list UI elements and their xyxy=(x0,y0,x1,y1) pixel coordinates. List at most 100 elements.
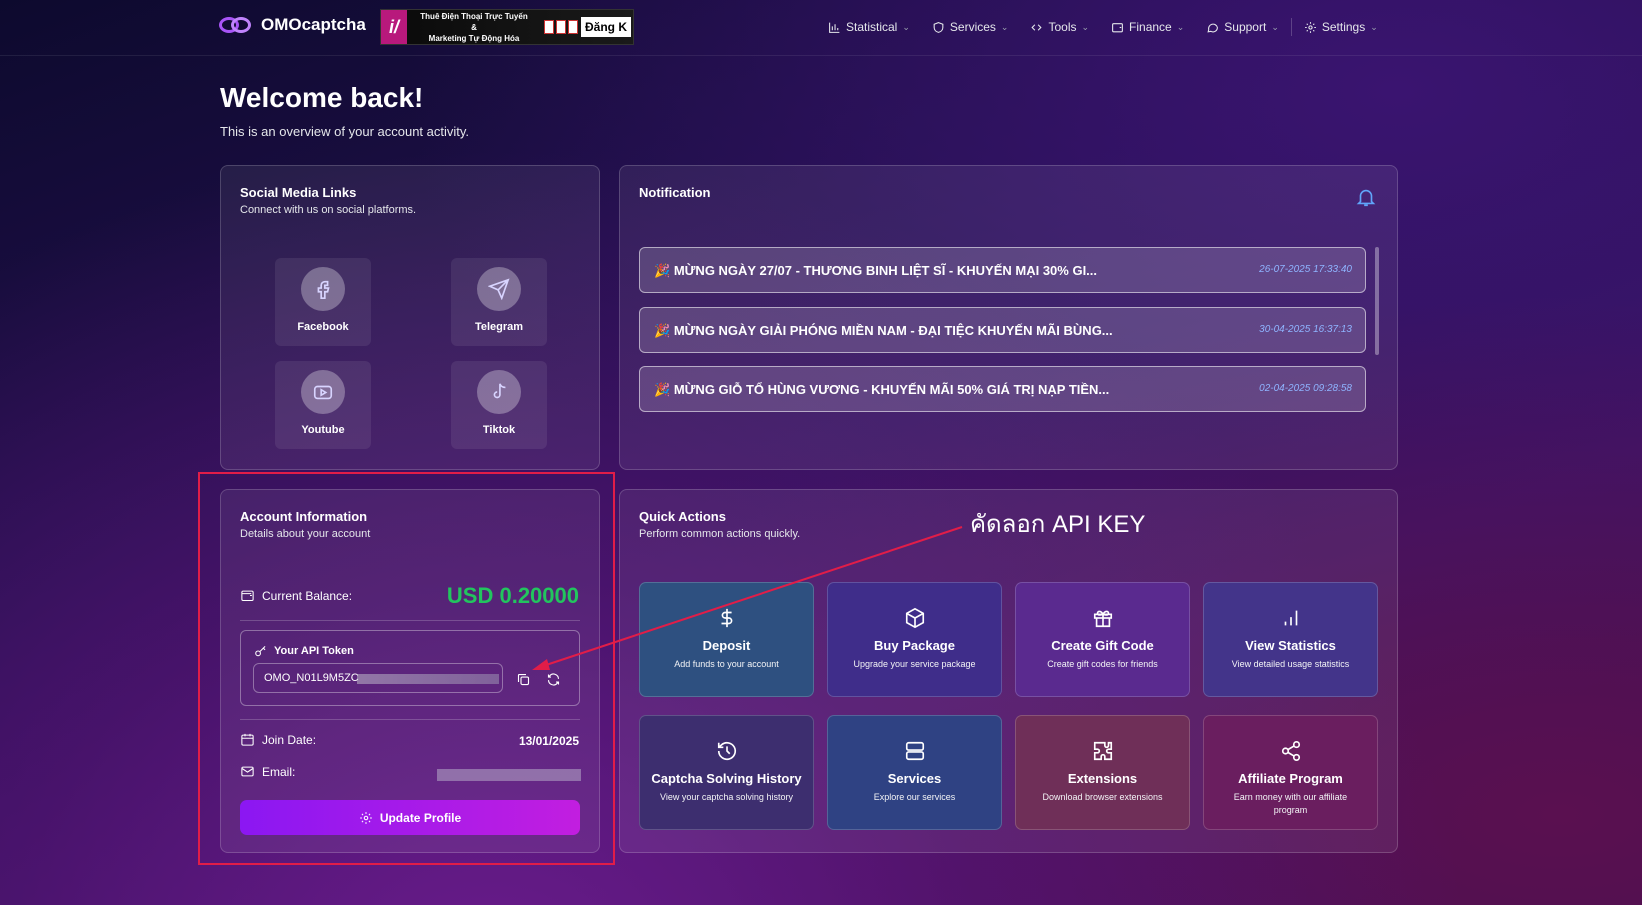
nav-label: Statistical xyxy=(846,20,898,34)
notification-item[interactable]: 🎉 MỪNG NGÀY GIẢI PHÓNG MIỀN NAM - ĐẠI TI… xyxy=(639,307,1366,353)
notification-item[interactable]: 🎉 MỪNG NGÀY 27/07 - THƯƠNG BINH LIỆT SĨ … xyxy=(639,247,1366,293)
notification-title: Notification xyxy=(639,185,711,200)
action-buy-package[interactable]: Buy Package Upgrade your service package xyxy=(827,582,1002,697)
nav-finance[interactable]: Finance ⌄ xyxy=(1111,18,1184,36)
social-label: Tiktok xyxy=(482,424,516,436)
nav-settings[interactable]: Settings ⌄ xyxy=(1304,18,1378,36)
action-desc: View detailed usage statistics xyxy=(1231,659,1350,669)
social-telegram[interactable]: Telegram xyxy=(451,258,547,346)
youtube-icon-circle xyxy=(301,370,345,414)
banner-register-button[interactable]: Đăng K xyxy=(581,17,631,37)
page-subtitle: This is an overview of your account acti… xyxy=(220,124,470,139)
action-title: Extensions xyxy=(1067,771,1138,786)
chevron-down-icon: ⌄ xyxy=(1000,21,1009,32)
action-desc: Upgrade your service package xyxy=(853,659,976,669)
package-icon xyxy=(905,607,924,629)
brand-name: OMOcaptcha xyxy=(261,15,366,34)
annotation-highlight-box xyxy=(198,472,615,865)
social-label: Youtube xyxy=(301,424,345,436)
facebook-icon xyxy=(317,280,330,299)
history-icon xyxy=(717,742,736,761)
chevron-down-icon: ⌄ xyxy=(1370,21,1378,32)
quick-actions-card: Quick Actions Perform common actions qui… xyxy=(619,489,1398,853)
notification-time: 02-04-2025 09:28:58 xyxy=(1259,383,1352,394)
nav-label: Services xyxy=(949,20,996,34)
banner-text: Thuê Điện Thoại Trực Tuyến & Marketing T… xyxy=(407,11,541,44)
social-label: Telegram xyxy=(474,321,524,333)
action-desc: Download browser extensions xyxy=(1042,792,1163,802)
action-title: View Statistics xyxy=(1245,638,1336,653)
code-icon xyxy=(1031,23,1043,31)
share-icon xyxy=(1281,741,1300,761)
notification-message: MỪNG NGÀY GIẢI PHÓNG MIỀN NAM - ĐẠI TIỆC… xyxy=(673,323,1113,338)
social-facebook[interactable]: Facebook xyxy=(275,258,371,346)
nav-services[interactable]: Services ⌄ xyxy=(932,18,1009,36)
social-label: Facebook xyxy=(297,321,349,333)
notification-text: 🎉 MỪNG NGÀY 27/07 - THƯƠNG BINH LIỆT SĨ … xyxy=(654,263,1097,279)
gear-icon xyxy=(1304,21,1316,33)
notification-scrollbar[interactable] xyxy=(1375,247,1379,355)
social-media-card: Social Media Links Connect with us on so… xyxy=(220,165,600,470)
chat-icon xyxy=(1207,23,1219,33)
notification-text: 🎉 MỪNG NGÀY GIẢI PHÓNG MIỀN NAM - ĐẠI TI… xyxy=(654,323,1113,339)
nav-support[interactable]: Support ⌄ xyxy=(1206,18,1279,36)
party-icon: 🎉 xyxy=(654,263,671,278)
party-icon: 🎉 xyxy=(654,382,671,397)
nav-statistical[interactable]: Statistical ⌄ xyxy=(828,18,910,36)
nav-divider xyxy=(1290,18,1292,36)
action-title: Create Gift Code xyxy=(1051,638,1154,653)
action-create-gift-code[interactable]: Create Gift Code Create gift codes for f… xyxy=(1015,582,1190,697)
action-deposit[interactable]: Deposit Add funds to your account xyxy=(639,582,814,697)
puzzle-icon xyxy=(1093,741,1112,761)
notification-time: 30-04-2025 16:37:13 xyxy=(1259,324,1352,335)
banner-line-1: Thuê Điện Thoại Trực Tuyến xyxy=(420,11,528,21)
action-title: Affiliate Program xyxy=(1238,771,1343,786)
telegram-icon xyxy=(488,278,510,300)
telegram-icon-circle xyxy=(477,267,521,311)
action-services[interactable]: Services Explore our services xyxy=(827,715,1002,830)
wallet-icon xyxy=(1112,22,1123,32)
nav-label: Finance xyxy=(1129,20,1172,34)
facebook-icon-circle xyxy=(301,267,345,311)
action-affiliate-program[interactable]: Affiliate Program Earn money with our af… xyxy=(1203,715,1378,830)
nav-tools[interactable]: Tools ⌄ xyxy=(1030,18,1089,36)
quick-actions-subtitle: Perform common actions quickly. xyxy=(639,528,801,540)
social-tiktok[interactable]: Tiktok xyxy=(451,361,547,449)
action-desc: Explore our services xyxy=(873,792,956,802)
ad-banner[interactable]: i/ Thuê Điện Thoại Trực Tuyến & Marketin… xyxy=(380,9,634,45)
action-view-statistics[interactable]: View Statistics View detailed usage stat… xyxy=(1203,582,1378,697)
social-youtube[interactable]: Youtube xyxy=(275,361,371,449)
social-subtitle: Connect with us on social platforms. xyxy=(240,204,417,216)
notification-item[interactable]: 🎉 MỪNG GIỖ TỔ HÙNG VƯƠNG - KHUYẾN MÃI 50… xyxy=(639,366,1366,412)
action-title: Buy Package xyxy=(874,638,955,653)
action-desc: View your captcha solving history xyxy=(660,792,793,802)
gift-icon xyxy=(1093,610,1112,628)
action-captcha-history[interactable]: Captcha Solving History View your captch… xyxy=(639,715,814,830)
nav-label: Support xyxy=(1224,20,1267,34)
nav-label: Settings xyxy=(1321,20,1366,34)
server-icon xyxy=(905,741,924,761)
tiktok-icon xyxy=(493,383,506,399)
chevron-down-icon: ⌄ xyxy=(1271,21,1279,32)
brand[interactable]: OMOcaptcha xyxy=(219,14,366,36)
chevron-down-icon: ⌄ xyxy=(1176,21,1185,32)
bell-icon[interactable] xyxy=(1355,186,1377,208)
action-desc: Earn money with our affiliate program xyxy=(1233,792,1348,815)
bar-chart-icon xyxy=(1284,610,1297,626)
action-title: Deposit xyxy=(702,638,751,653)
bar-chart-icon xyxy=(829,22,840,33)
quick-actions-title: Quick Actions xyxy=(639,509,726,524)
notification-time: 26-07-2025 17:33:40 xyxy=(1259,264,1352,275)
notification-card: Notification 🎉 MỪNG NGÀY 27/07 - THƯƠNG … xyxy=(619,165,1398,470)
dollar-icon xyxy=(721,608,732,628)
banner-line-3: Marketing Tự Động Hóa xyxy=(428,33,520,43)
action-title: Services xyxy=(887,771,942,786)
notification-message: MỪNG GIỖ TỔ HÙNG VƯƠNG - KHUYẾN MÃI 50% … xyxy=(673,382,1110,397)
banner-line-2: & xyxy=(471,22,477,32)
nav-label: Tools xyxy=(1048,20,1077,34)
youtube-icon xyxy=(313,385,333,400)
top-navbar: OMOcaptcha i/ Thuê Điện Thoại Trực Tuyến… xyxy=(0,0,1642,56)
notification-text: 🎉 MỪNG GIỖ TỔ HÙNG VƯƠNG - KHUYẾN MÃI 50… xyxy=(654,382,1109,398)
banner-logo-icon: i/ xyxy=(381,10,407,44)
action-extensions[interactable]: Extensions Download browser extensions xyxy=(1015,715,1190,830)
